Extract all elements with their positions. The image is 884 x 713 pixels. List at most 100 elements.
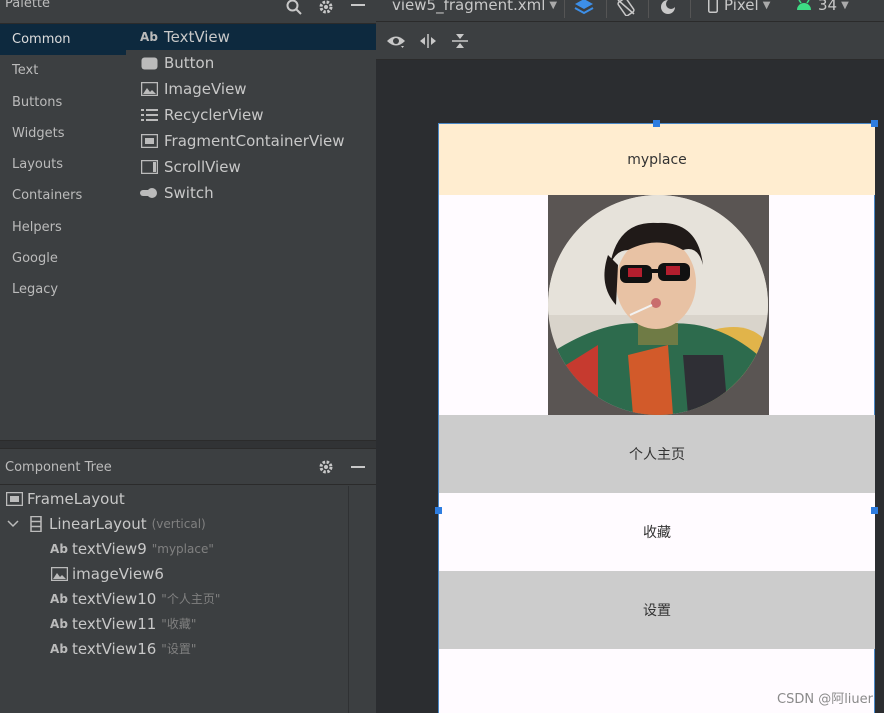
device-preview[interactable]: myplace 个人主页 收藏 设置 xyxy=(438,123,875,713)
tree-item-label: textView9 xyxy=(72,539,147,558)
title-text[interactable]: myplace xyxy=(439,124,875,195)
expand-horizontal-icon[interactable] xyxy=(418,31,438,51)
category-legacy[interactable]: Legacy xyxy=(0,274,126,305)
category-buttons[interactable]: Buttons xyxy=(0,87,126,118)
component-tree-header: Component Tree xyxy=(0,449,376,485)
text-view-icon: Ab xyxy=(50,616,68,631)
tree-item-label: imageView6 xyxy=(72,564,164,583)
widget-switch[interactable]: Switch xyxy=(126,180,376,206)
avatar[interactable] xyxy=(548,195,769,415)
device-selector[interactable]: Pixel ▼ xyxy=(708,0,770,14)
image-area xyxy=(439,195,875,415)
text-view-icon: Ab xyxy=(50,591,68,606)
widget-recyclerview[interactable]: RecyclerView xyxy=(126,102,376,128)
device-name: Pixel xyxy=(724,0,759,14)
tree-item-label: FrameLayout xyxy=(27,489,125,508)
fragment-icon xyxy=(140,133,158,149)
scroll-icon xyxy=(140,159,158,175)
category-text[interactable]: Text xyxy=(0,55,126,86)
home-text[interactable]: 个人主页 xyxy=(439,415,875,493)
search-icon[interactable] xyxy=(284,0,304,17)
toolbar-divider xyxy=(606,0,607,18)
widget-textview[interactable]: Ab TextView xyxy=(126,24,376,50)
api-level: 34 xyxy=(818,0,838,14)
resize-handle-right[interactable] xyxy=(871,507,878,514)
frame-layout-icon xyxy=(5,491,23,507)
widget-button[interactable]: Button xyxy=(126,50,376,76)
linear-layout-icon xyxy=(27,515,45,532)
resize-handle-corner[interactable] xyxy=(871,120,878,127)
list-icon xyxy=(140,107,158,123)
palette-widget-list: Ab TextView Button ImageView RecyclerVie… xyxy=(126,24,376,440)
widget-imageview[interactable]: ImageView xyxy=(126,76,376,102)
minimize-icon[interactable] xyxy=(348,0,368,17)
button-icon xyxy=(140,55,158,71)
gear-icon[interactable] xyxy=(316,457,336,477)
category-helpers[interactable]: Helpers xyxy=(0,212,126,243)
editor-toolbar: view5_fragment.xml ▼ Pixel ▼ 34 ▼ xyxy=(376,0,884,22)
tree-item-hint: "myplace" xyxy=(151,541,214,556)
settings-text[interactable]: 设置 xyxy=(439,571,875,649)
minimize-icon[interactable] xyxy=(348,457,368,477)
category-google[interactable]: Google xyxy=(0,243,126,274)
widget-fragmentcontainerview[interactable]: FragmentContainerView xyxy=(126,128,376,154)
image-icon xyxy=(50,566,68,582)
tree-item-label: LinearLayout xyxy=(49,514,147,533)
text-view-icon: Ab xyxy=(50,541,68,556)
chevron-down-icon[interactable] xyxy=(5,519,21,528)
gear-icon[interactable] xyxy=(316,0,336,17)
tree-item-hint: "设置" xyxy=(161,642,197,656)
resize-handle-top[interactable] xyxy=(653,120,660,127)
category-layouts[interactable]: Layouts xyxy=(0,149,126,180)
tree-item-label: textView11 xyxy=(72,614,157,633)
resize-handle-left[interactable] xyxy=(435,507,442,514)
tree-item-imageview6[interactable]: imageView6 xyxy=(50,561,164,586)
tree-item-hint: "个人主页" xyxy=(161,592,221,606)
tree-item-label: textView16 xyxy=(72,639,157,658)
text-view-icon: Ab xyxy=(140,30,158,44)
eye-icon[interactable] xyxy=(386,31,406,51)
component-tree-title: Component Tree xyxy=(5,460,112,475)
watermark: CSDN @阿liuer xyxy=(777,692,874,707)
widget-label: Button xyxy=(164,54,215,72)
switch-icon xyxy=(140,185,158,201)
orientation-icon[interactable] xyxy=(616,0,636,17)
widget-scrollview[interactable]: ScrollView xyxy=(126,154,376,180)
chevron-down-icon: ▼ xyxy=(762,0,771,11)
widget-label: ImageView xyxy=(164,80,247,98)
panel-splitter[interactable] xyxy=(0,440,376,449)
tree-item-hint: "收藏" xyxy=(161,617,197,631)
android-icon xyxy=(796,0,812,11)
tree-item-textview11[interactable]: Ab textView11 "收藏" xyxy=(50,611,196,636)
toolbar-divider xyxy=(648,0,649,18)
category-containers[interactable]: Containers xyxy=(0,180,126,211)
api-selector[interactable]: 34 ▼ xyxy=(796,0,849,14)
tree-item-textview9[interactable]: Ab textView9 "myplace" xyxy=(50,536,214,561)
widget-label: TextView xyxy=(164,28,230,46)
palette-header: Palette xyxy=(0,0,376,24)
component-tree: FrameLayout LinearLayout (vertical) Ab t… xyxy=(0,486,348,713)
favorites-text[interactable]: 收藏 xyxy=(439,493,875,571)
tree-item-framelayout[interactable]: FrameLayout xyxy=(5,486,125,511)
tree-item-textview10[interactable]: Ab textView10 "个人主页" xyxy=(50,586,220,611)
palette-title: Palette xyxy=(5,0,51,11)
night-mode-icon[interactable] xyxy=(658,0,678,17)
category-widgets[interactable]: Widgets xyxy=(0,118,126,149)
category-common[interactable]: Common xyxy=(0,24,126,55)
widget-label: RecyclerView xyxy=(164,106,264,124)
tree-item-hint: (vertical) xyxy=(151,516,206,531)
tree-item-label: textView10 xyxy=(72,589,157,608)
toolbar-divider xyxy=(690,0,691,18)
toolbar-divider xyxy=(564,0,565,18)
widget-label: Switch xyxy=(164,184,214,202)
palette-category-list: Common Text Buttons Widgets Layouts Cont… xyxy=(0,24,126,440)
view-options-toolbar xyxy=(376,22,884,60)
expand-vertical-icon[interactable] xyxy=(450,31,470,51)
file-selector[interactable]: view5_fragment.xml ▼ xyxy=(392,0,557,14)
chevron-down-icon: ▼ xyxy=(549,0,558,11)
layers-icon[interactable] xyxy=(574,0,594,17)
tree-item-linearlayout[interactable]: LinearLayout (vertical) xyxy=(5,511,206,536)
component-tree-scrollbar[interactable] xyxy=(348,486,376,713)
tree-item-textview16[interactable]: Ab textView16 "设置" xyxy=(50,636,196,661)
image-icon xyxy=(140,81,158,97)
